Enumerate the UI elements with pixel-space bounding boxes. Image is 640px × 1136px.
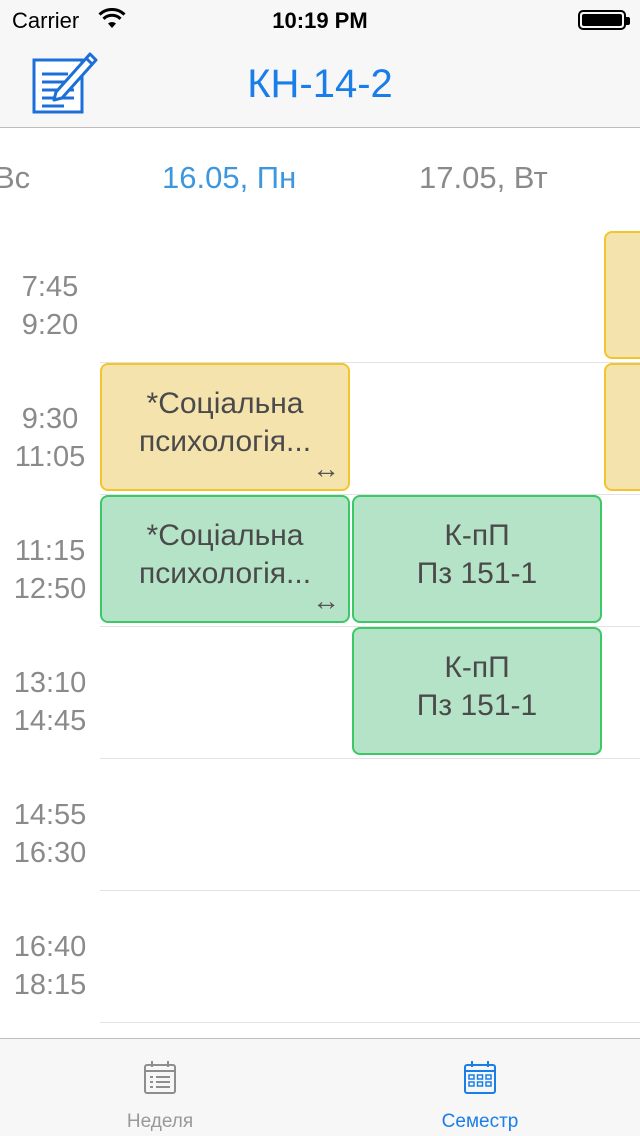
tab-bar: Неделя Семестр xyxy=(0,1038,640,1136)
time-slot-4: 13:10 14:45 xyxy=(0,664,100,740)
event-room: Пз 151-1 xyxy=(416,557,538,590)
swap-arrow-icon: ↔ xyxy=(312,453,340,484)
event-card-social-psychology[interactable]: *Соціальна психологія... ↔ xyxy=(100,363,350,491)
semester-calendar-icon xyxy=(464,1061,496,1094)
status-bar: Carrier 10:19 PM xyxy=(0,0,640,40)
group-title: КН-14-2 xyxy=(247,62,393,106)
tab-semester[interactable]: Семестр xyxy=(320,1039,640,1136)
time-end: 18:15 xyxy=(13,969,87,1001)
date-sunday[interactable]: Вс xyxy=(0,160,30,196)
time-end: 16:30 xyxy=(13,837,87,869)
status-time: 10:19 PM xyxy=(272,8,368,33)
time-end: 11:05 xyxy=(14,441,86,473)
swap-arrow-icon: ↔ xyxy=(312,585,340,616)
time-slot-1: 7:45 9:20 xyxy=(0,268,100,344)
time-slot-2: 9:30 11:05 xyxy=(0,400,100,476)
time-end: 9:20 xyxy=(21,309,79,341)
event-card-partial[interactable] xyxy=(604,363,640,491)
tab-week-label: Неделя xyxy=(126,1111,194,1132)
navigation-bar: КН-14-2 xyxy=(0,40,640,128)
event-card-social-psychology[interactable]: *Соціальна психологія... ↔ xyxy=(100,495,350,623)
event-title: *Соціальна xyxy=(146,387,304,420)
time-slot-5: 14:55 16:30 xyxy=(0,796,100,872)
event-title: К-пП xyxy=(444,519,510,552)
event-title: К-пП xyxy=(444,651,510,684)
event-card-partial[interactable] xyxy=(604,231,640,359)
time-start: 9:30 xyxy=(21,403,79,435)
battery-icon xyxy=(578,10,630,30)
tab-week[interactable]: Неделя xyxy=(0,1039,320,1136)
grid-divider xyxy=(100,890,640,891)
event-title: *Соціальна xyxy=(146,519,304,552)
time-start: 13:10 xyxy=(13,667,87,699)
grid-divider xyxy=(100,1022,640,1023)
event-room: Пз 151-1 xyxy=(416,689,538,722)
time-start: 16:40 xyxy=(13,931,87,963)
week-list-icon xyxy=(144,1061,176,1094)
date-header: Вс 16.05, Пн 17.05, Вт xyxy=(0,128,640,228)
date-tuesday[interactable]: 17.05, Вт xyxy=(419,160,548,196)
event-card-kpp[interactable]: К-пП Пз 151-1 xyxy=(352,495,602,623)
date-monday[interactable]: 16.05, Пн xyxy=(162,160,296,196)
event-card-kpp[interactable]: К-пП Пз 151-1 xyxy=(352,627,602,755)
time-start: 11:15 xyxy=(14,535,86,567)
tab-semester-label: Семестр xyxy=(441,1111,519,1132)
time-end: 12:50 xyxy=(13,573,87,605)
time-end: 14:45 xyxy=(13,705,87,737)
time-start: 7:45 xyxy=(21,271,79,303)
time-slot-3: 11:15 12:50 xyxy=(0,532,100,608)
time-start: 14:55 xyxy=(13,799,87,831)
time-slot-6: 16:40 18:15 xyxy=(0,928,100,1004)
grid-divider xyxy=(100,758,640,759)
